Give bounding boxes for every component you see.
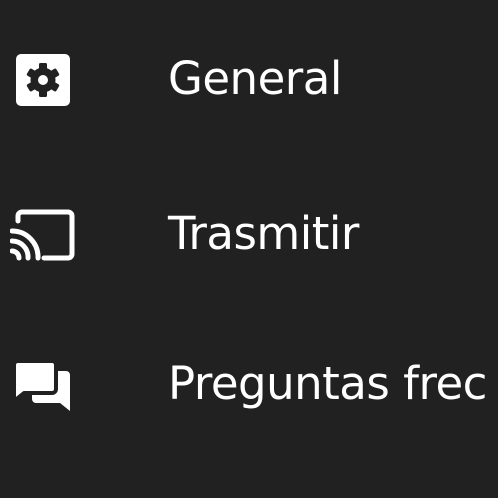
menu-item-faq[interactable]: Preguntas frec	[0, 330, 498, 440]
menu-item-general[interactable]: General	[0, 25, 498, 135]
chat-bubbles-icon	[10, 357, 76, 413]
cast-icon	[10, 207, 76, 263]
settings-menu: General Trasmitir Preguntas frec	[0, 0, 498, 498]
menu-item-cast[interactable]: Trasmitir	[0, 180, 498, 290]
menu-item-label: General	[168, 52, 342, 105]
menu-item-label: Preguntas frec	[168, 357, 487, 410]
menu-item-label: Trasmitir	[168, 207, 359, 260]
gear-icon	[10, 52, 76, 108]
